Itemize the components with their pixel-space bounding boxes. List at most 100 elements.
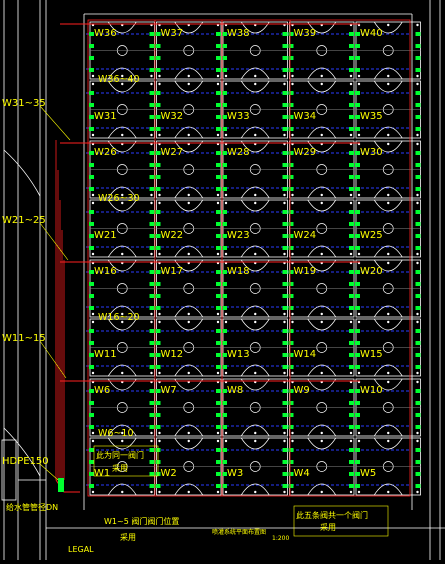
sprinkler-head bbox=[254, 490, 257, 494]
valve-marker bbox=[222, 210, 227, 214]
sprinkler-head bbox=[254, 320, 257, 324]
valve-marker bbox=[282, 91, 288, 95]
arc-bottom bbox=[240, 186, 270, 199]
sprinkler-head bbox=[224, 74, 228, 78]
valve-marker bbox=[355, 68, 360, 72]
valve-marker bbox=[349, 234, 354, 238]
valve-marker bbox=[149, 187, 155, 191]
sprinkler-head bbox=[150, 439, 153, 443]
sprinkler-head bbox=[150, 490, 153, 494]
zone-label: W36~40 bbox=[98, 74, 140, 85]
arc-bottom bbox=[373, 483, 403, 496]
arc-bottom bbox=[240, 245, 270, 258]
valve-marker bbox=[149, 151, 155, 155]
valve-marker bbox=[282, 306, 288, 310]
arc-bottom bbox=[373, 424, 403, 437]
sprinkler-head bbox=[224, 252, 228, 256]
sprinkler-head bbox=[158, 490, 161, 494]
sprinkler-head bbox=[254, 252, 257, 256]
sprinkler-head bbox=[91, 252, 95, 256]
sprinkler-head bbox=[416, 193, 419, 197]
sprinkler-head bbox=[357, 74, 361, 78]
sprinkler-head bbox=[357, 252, 361, 256]
sprinkler-head bbox=[349, 193, 353, 197]
valve-marker bbox=[149, 68, 155, 72]
sprinkler-head bbox=[357, 439, 361, 443]
sprinkler-head bbox=[91, 82, 95, 86]
valve-marker bbox=[149, 32, 155, 36]
sprinkler-head bbox=[187, 201, 190, 205]
sprinkler-head bbox=[216, 371, 220, 375]
sprinkler-head bbox=[187, 252, 190, 256]
court-cell: W33 bbox=[222, 80, 288, 139]
arc-bottom bbox=[307, 186, 337, 199]
valve-marker bbox=[415, 234, 421, 238]
valve-marker bbox=[349, 246, 354, 250]
valve-marker bbox=[216, 163, 221, 167]
sprinkler-head bbox=[187, 74, 190, 78]
valve-marker bbox=[282, 401, 288, 405]
sprinkler-head bbox=[187, 371, 190, 375]
valve-marker bbox=[355, 187, 360, 191]
sprinkler-head bbox=[387, 23, 390, 27]
court-label: W7 bbox=[161, 385, 177, 396]
valve-marker bbox=[216, 425, 221, 429]
valve-marker bbox=[216, 91, 221, 95]
sprinkler-head bbox=[158, 252, 161, 256]
valve-marker bbox=[415, 460, 421, 464]
valve-marker bbox=[89, 341, 94, 345]
valve-marker bbox=[216, 32, 221, 36]
valve-marker bbox=[349, 306, 354, 310]
valve-marker bbox=[155, 246, 161, 250]
valve-marker bbox=[355, 460, 360, 464]
sprinkler-head bbox=[158, 193, 161, 197]
sprinkler-head bbox=[158, 133, 161, 137]
valve-marker bbox=[222, 329, 227, 333]
valve-marker bbox=[89, 329, 94, 333]
note-right-block-2: 采用 bbox=[320, 522, 336, 532]
valve-marker bbox=[415, 484, 421, 488]
arc-bottom bbox=[373, 305, 403, 318]
sprinkler-head bbox=[283, 320, 286, 324]
sprinkler-head bbox=[416, 371, 419, 375]
valve-marker bbox=[149, 425, 155, 429]
sprinkler-head bbox=[254, 133, 257, 137]
court-cell: W29 bbox=[288, 140, 355, 199]
sprinkler-head bbox=[387, 371, 390, 375]
valve-marker bbox=[349, 329, 354, 333]
sprinkler-head bbox=[283, 439, 286, 443]
valve-marker bbox=[216, 484, 221, 488]
valve-marker bbox=[216, 44, 221, 48]
valve-marker bbox=[415, 270, 421, 274]
sprinkler-head bbox=[349, 201, 353, 205]
sprinkler-head bbox=[357, 312, 361, 316]
side-label-w21-25: W21~25 bbox=[2, 215, 46, 226]
valve-marker bbox=[155, 68, 161, 72]
sprinkler-head bbox=[254, 431, 257, 435]
court-label: W5 bbox=[360, 468, 376, 479]
sprinkler-head bbox=[416, 490, 419, 494]
valve-marker bbox=[155, 187, 161, 191]
court-label: W29 bbox=[294, 147, 317, 158]
court-label: W6 bbox=[94, 385, 110, 396]
arc-bottom bbox=[174, 126, 204, 139]
valve-marker bbox=[415, 425, 421, 429]
valve-marker bbox=[222, 341, 227, 345]
valve-marker bbox=[415, 151, 421, 155]
sprinkler-head bbox=[349, 371, 353, 375]
arc-bottom bbox=[307, 245, 337, 258]
valve-marker bbox=[89, 163, 94, 167]
court-cell: W8 bbox=[222, 378, 288, 437]
court-label: W36 bbox=[94, 28, 117, 39]
valve-marker bbox=[355, 401, 360, 405]
valve-marker bbox=[288, 341, 294, 345]
valve-marker bbox=[222, 282, 227, 286]
sprinkler-head bbox=[158, 320, 161, 324]
valve-marker bbox=[288, 246, 294, 250]
valve-marker bbox=[222, 484, 227, 488]
valve-marker bbox=[415, 115, 421, 119]
court-label: W1 bbox=[94, 468, 110, 479]
sprinkler-head bbox=[150, 320, 153, 324]
main-valve bbox=[58, 478, 64, 492]
valve-marker bbox=[89, 91, 94, 95]
